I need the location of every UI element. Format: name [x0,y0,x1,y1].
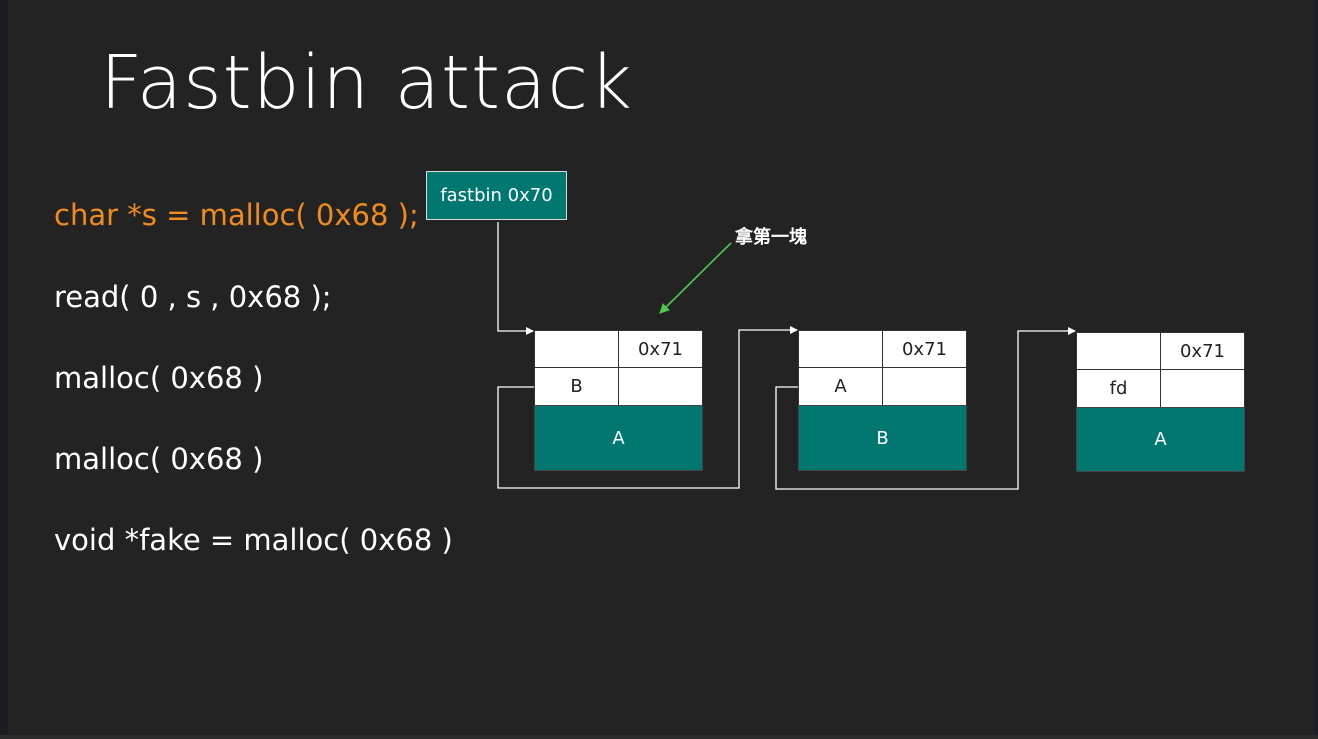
chunk2-fd-cell: A [798,367,883,406]
chunk2-bk-cell [882,367,967,406]
chunk3-fd-cell: fd [1076,369,1161,408]
chunk2-prev-size-cell [798,330,883,368]
chunk1-body: A [534,405,703,471]
chunk2-body: B [798,405,967,471]
chunk3-prev-size-cell [1076,332,1161,370]
chunk2-size-cell: 0x71 [882,330,967,368]
fastbin-to-chunk1-arrow [497,222,534,335]
green-pointer-arrow [659,242,732,314]
chunk3-size-cell: 0x71 [1160,332,1245,370]
chunk1-bk-cell [618,367,703,406]
chunk1-fd-cell: B [534,367,619,406]
chunk3-body: A [1076,407,1245,472]
chunk1-prev-size-cell [534,330,619,368]
fastbin-head: fastbin 0x70 [426,171,567,220]
annotation-label: 拿第一塊 [735,227,807,248]
chunk3-bk-cell [1160,369,1245,408]
chunk1-size-cell: 0x71 [618,330,703,368]
